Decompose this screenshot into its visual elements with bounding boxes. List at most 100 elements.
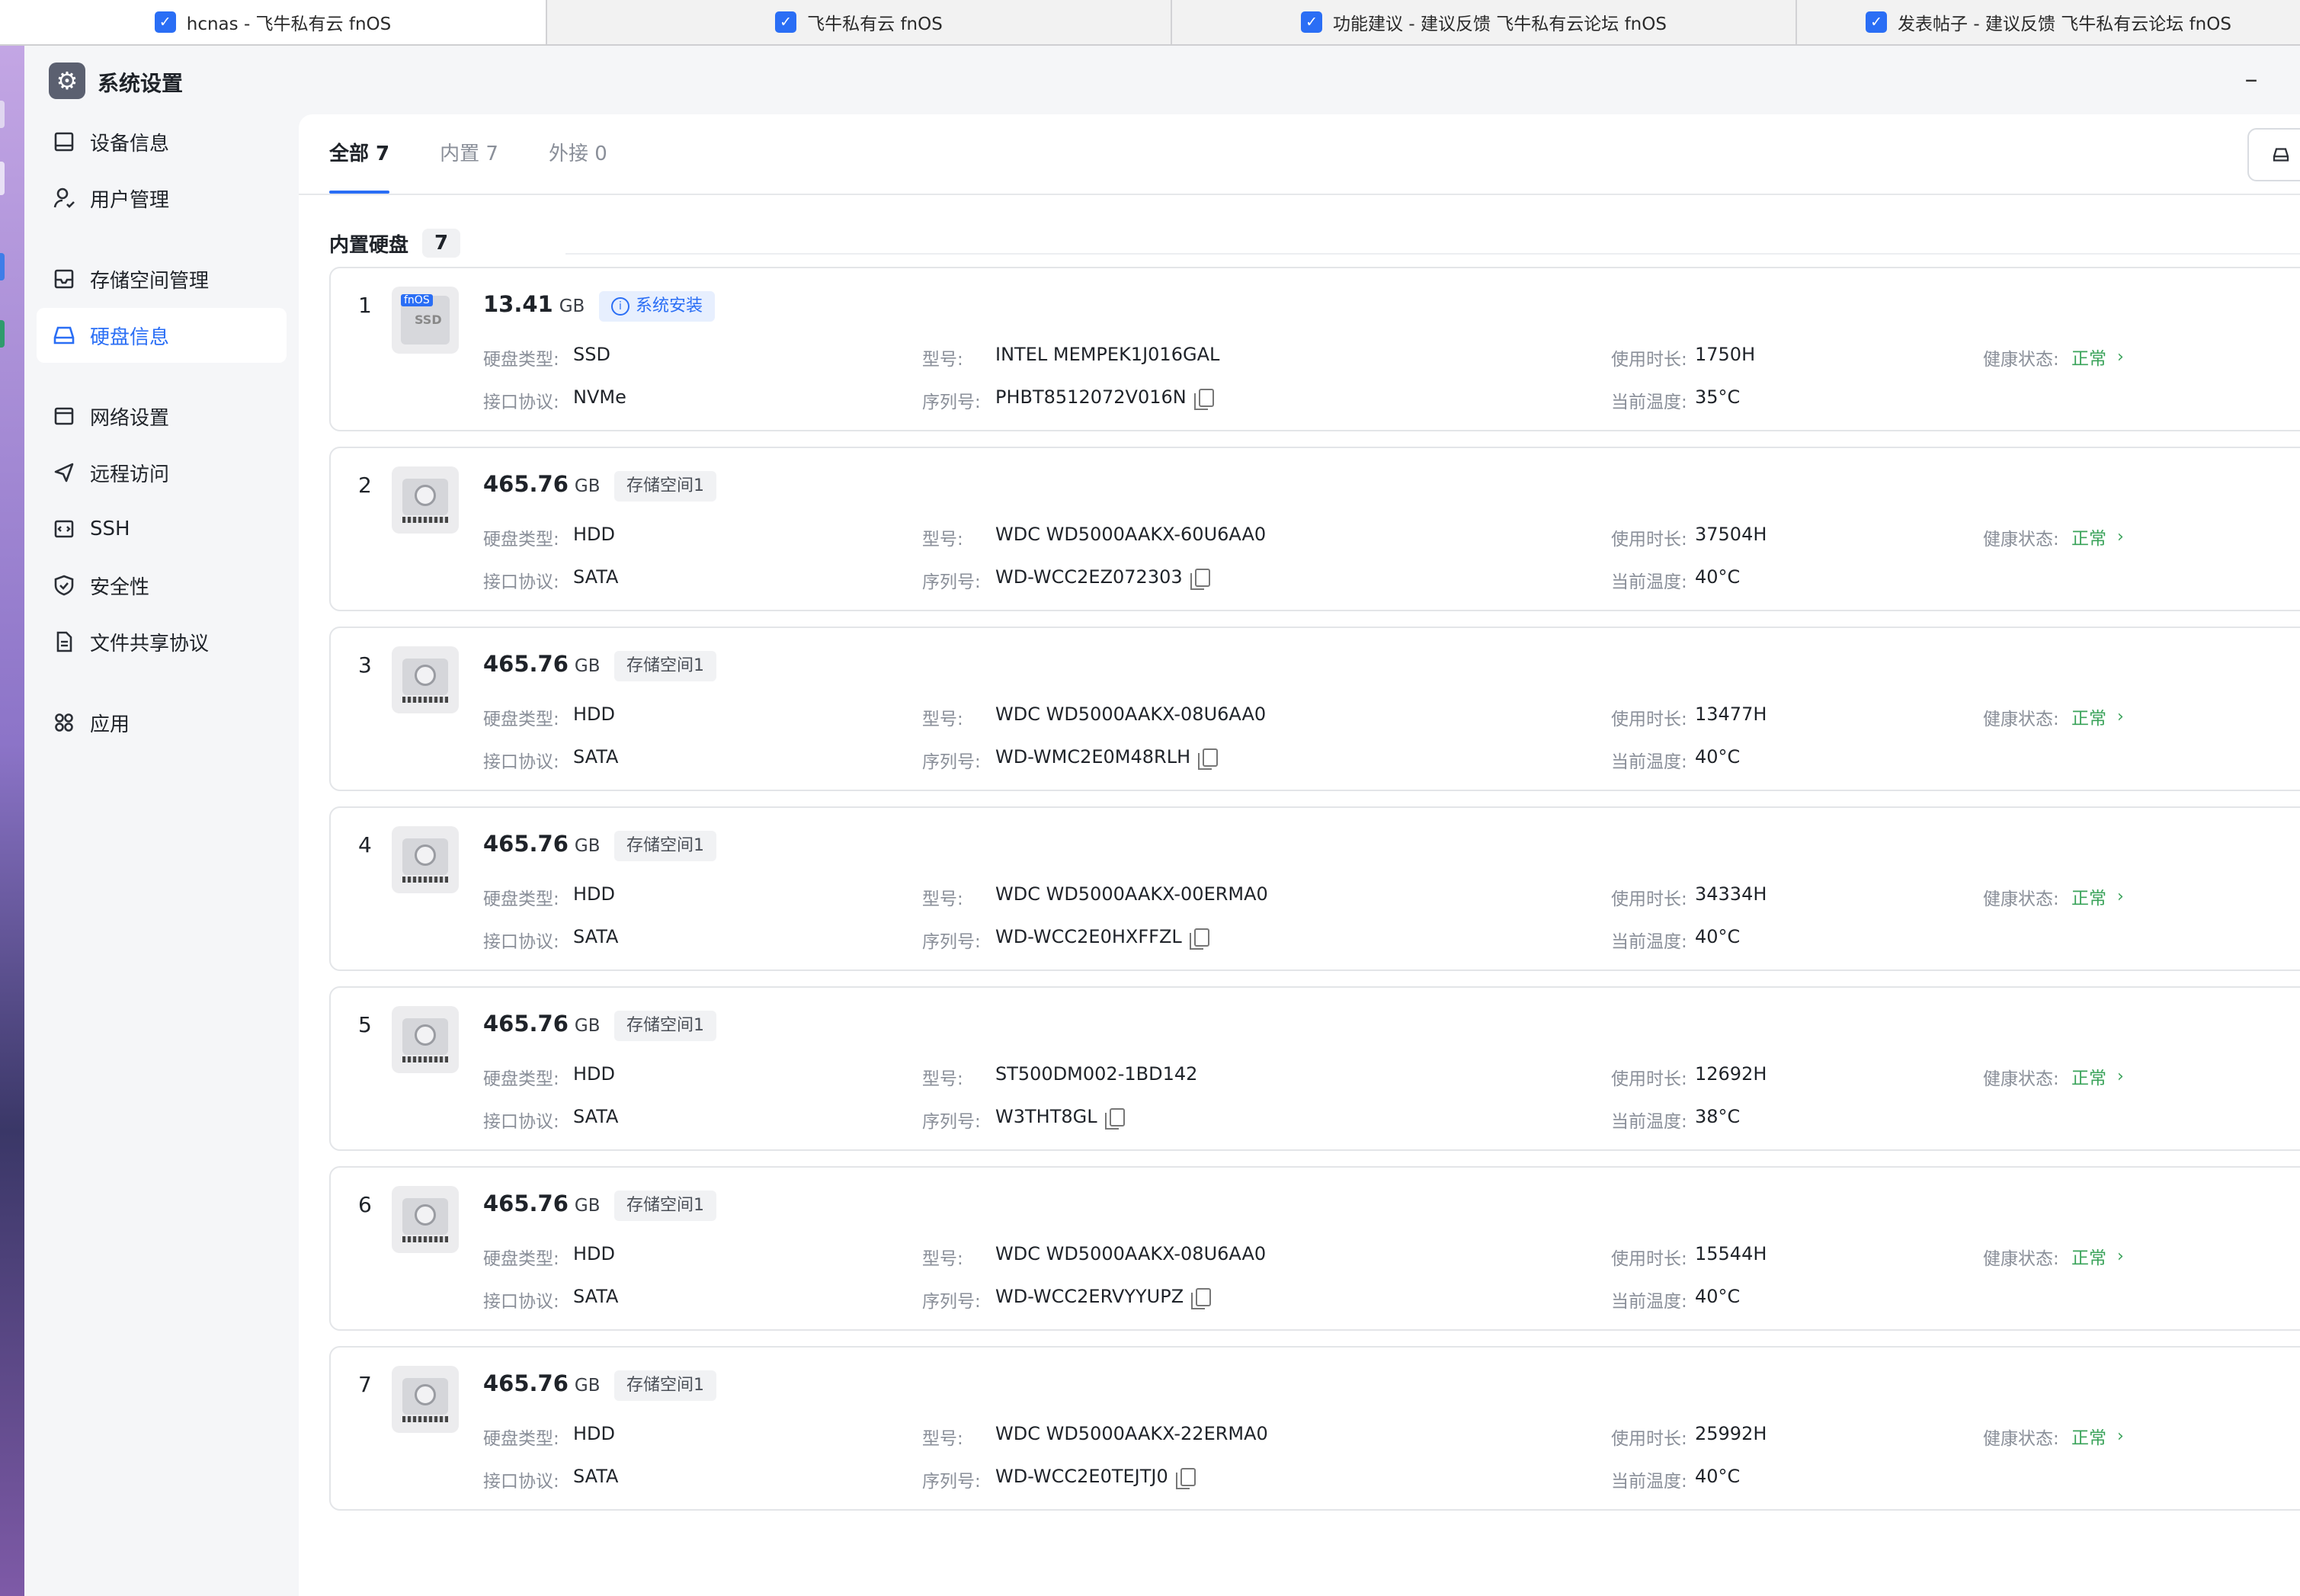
- model-label: 型号:: [922, 1069, 963, 1089]
- disk-interface: SATA: [573, 1286, 619, 1307]
- sidebar-item-label: SSH: [90, 518, 130, 540]
- health-link[interactable]: 正常 ›: [2071, 524, 2124, 550]
- disk-badge: i 系统安装: [599, 291, 716, 322]
- hdd-icon: [392, 1366, 459, 1433]
- code-icon: [54, 520, 74, 538]
- copy-icon[interactable]: [1190, 569, 1210, 590]
- sidebar-item-ssh[interactable]: SSH: [37, 502, 287, 556]
- ssd-icon: fnOS SSD: [392, 287, 459, 354]
- shield-icon: [54, 575, 74, 596]
- tab-internal[interactable]: 内置 7: [440, 114, 498, 194]
- browser-tab[interactable]: ✓ 发表帖子 - 建议反馈 飞牛私有云论坛 fnOS: [1795, 0, 2300, 44]
- sidebar-item-device-info[interactable]: 设备信息: [37, 114, 287, 169]
- disk-model: WDC WD5000AAKX-08U6AA0: [995, 1243, 1267, 1264]
- browser-tab[interactable]: ✓ 飞牛私有云 fnOS: [546, 0, 1171, 44]
- disk-card[interactable]: 3 465.76 GB 存储空间1 硬盘类型: HDD 接口协议: SATA 型号: WDC WD…: [329, 627, 2300, 791]
- browser-tab[interactable]: ✓ 功能建议 - 建议反馈 飞牛私有云论坛 fnOS: [1171, 0, 1795, 44]
- sidebar-item-storage[interactable]: 存储空间管理: [37, 252, 287, 306]
- file-icon: [56, 631, 72, 652]
- interface-label: 接口协议:: [483, 393, 559, 412]
- disk-type: HDD: [573, 883, 616, 905]
- disk-index: 5: [358, 1012, 372, 1037]
- chevron-right-icon: ›: [2117, 886, 2124, 906]
- disk-badge: 存储空间1: [614, 651, 716, 681]
- disk-size: 465.76: [483, 651, 569, 677]
- sidebar-item-label: 硬盘信息: [90, 325, 170, 349]
- temp-label: 当前温度:: [1611, 1472, 1687, 1492]
- hdd-icon: [392, 826, 459, 893]
- browser-tab-bar: ✓ hcnas - 飞牛私有云 fnOS ✓ 飞牛私有云 fnOS ✓ 功能建议…: [0, 0, 2300, 46]
- drive-icon: [2273, 148, 2289, 162]
- disk-card[interactable]: 1 fnOS SSD 13.41 GB i 系统安装 硬盘类型: SSD 接口协议: NVMe 型号:…: [329, 267, 2300, 431]
- health-link[interactable]: 正常 ›: [2071, 1243, 2124, 1269]
- sidebar-item-apps[interactable]: 应用: [37, 695, 287, 750]
- copy-icon[interactable]: [1193, 389, 1214, 410]
- flying-ox-icon: ✓: [1866, 11, 1888, 33]
- disk-card[interactable]: 7 465.76 GB 存储空间1 硬盘类型: HDD 接口协议: SATA 型号: WDC WD…: [329, 1346, 2300, 1511]
- copy-icon[interactable]: [1175, 1468, 1196, 1489]
- section-header: 内置硬盘 7: [329, 229, 461, 258]
- disk-card[interactable]: 5 465.76 GB 存储空间1 硬盘类型: HDD 接口协议: SATA 型号: ST500D…: [329, 986, 2300, 1151]
- disk-size: 13.41: [483, 291, 553, 317]
- model-label: 型号:: [922, 350, 963, 370]
- sidebar-item-security[interactable]: 安全性: [37, 558, 287, 613]
- copy-icon[interactable]: [1189, 928, 1209, 950]
- health-link[interactable]: 正常 ›: [2071, 1423, 2124, 1449]
- send-icon: [54, 463, 74, 482]
- health-label: 健康状态:: [1983, 1429, 2059, 1449]
- disk-size: 465.76: [483, 831, 569, 857]
- disk-unit: GB: [574, 1196, 601, 1216]
- model-label: 型号:: [922, 530, 963, 550]
- interface-label: 接口协议:: [483, 752, 559, 772]
- disk-temp: 40°C: [1695, 1466, 1741, 1487]
- serial-label: 序列号:: [922, 932, 981, 952]
- sidebar-item-disk-info[interactable]: 硬盘信息: [37, 308, 287, 363]
- tab-all[interactable]: 全部 7: [329, 114, 390, 194]
- disk-card[interactable]: 4 465.76 GB 存储空间1 硬盘类型: HDD 接口协议: SATA 型号: WDC WD…: [329, 806, 2300, 971]
- tab-external[interactable]: 外接 0: [549, 114, 607, 194]
- dock-item[interactable]: [0, 101, 5, 128]
- disk-health: 正常: [2071, 349, 2106, 369]
- disk-index: 3: [358, 652, 372, 678]
- type-label: 硬盘类型:: [483, 530, 559, 550]
- disk-unit: GB: [574, 1376, 601, 1396]
- health-link[interactable]: 正常 ›: [2071, 883, 2124, 909]
- copy-icon[interactable]: [1104, 1108, 1125, 1130]
- disk-health: 正常: [2071, 529, 2106, 549]
- disk-badge: 存储空间1: [614, 1370, 716, 1401]
- sidebar-item-users[interactable]: 用户管理: [37, 171, 287, 226]
- health-link[interactable]: 正常 ›: [2071, 703, 2124, 729]
- temp-label: 当前温度:: [1611, 932, 1687, 952]
- disk-card[interactable]: 6 465.76 GB 存储空间1 硬盘类型: HDD 接口协议: SATA 型号: WDC WD…: [329, 1166, 2300, 1331]
- interface-label: 接口协议:: [483, 932, 559, 952]
- sidebar-item-file-sharing[interactable]: 文件共享协议: [37, 614, 287, 669]
- disk-info-panel: 全部 7 内置 7 外接 0 硬 内置硬盘 7 1 fnOS SSD 13.41 GB i…: [299, 114, 2300, 1596]
- copy-icon[interactable]: [1198, 748, 1219, 770]
- disk-card[interactable]: 2 465.76 GB 存储空间1 硬盘类型: HDD 接口协议: SATA 型号: WDC WD…: [329, 447, 2300, 611]
- disk-action-button[interactable]: 硬: [2247, 128, 2300, 181]
- disk-temp: 40°C: [1695, 746, 1741, 768]
- browser-tab[interactable]: ✓ hcnas - 飞牛私有云 fnOS: [0, 0, 546, 44]
- browser-tab-title: 发表帖子 - 建议反馈 飞牛私有云论坛 fnOS: [1898, 14, 2231, 34]
- disk-hours: 13477H: [1695, 703, 1767, 725]
- sidebar-item-network[interactable]: 网络设置: [37, 389, 287, 444]
- sidebar-item-remote-access[interactable]: 远程访问: [37, 445, 287, 500]
- dock-item[interactable]: [0, 253, 5, 280]
- hours-label: 使用时长:: [1611, 1249, 1687, 1269]
- dock-item[interactable]: [0, 320, 5, 348]
- disk-model: WDC WD5000AAKX-08U6AA0: [995, 703, 1267, 725]
- disk-unit: GB: [574, 836, 601, 856]
- health-link[interactable]: 正常 ›: [2071, 1063, 2124, 1089]
- disk-health: 正常: [2071, 1428, 2106, 1448]
- disk-size: 465.76: [483, 1011, 569, 1037]
- minimize-button[interactable]: –: [2234, 62, 2268, 96]
- dock-item[interactable]: [0, 162, 5, 195]
- copy-icon[interactable]: [1191, 1288, 1212, 1309]
- monitor-icon: [54, 132, 74, 152]
- health-link[interactable]: 正常 ›: [2071, 344, 2124, 370]
- disk-hours: 12692H: [1695, 1063, 1767, 1085]
- model-label: 型号:: [922, 889, 963, 909]
- type-label: 硬盘类型:: [483, 1429, 559, 1449]
- temp-label: 当前温度:: [1611, 572, 1687, 592]
- desktop-wallpaper: [0, 46, 24, 1596]
